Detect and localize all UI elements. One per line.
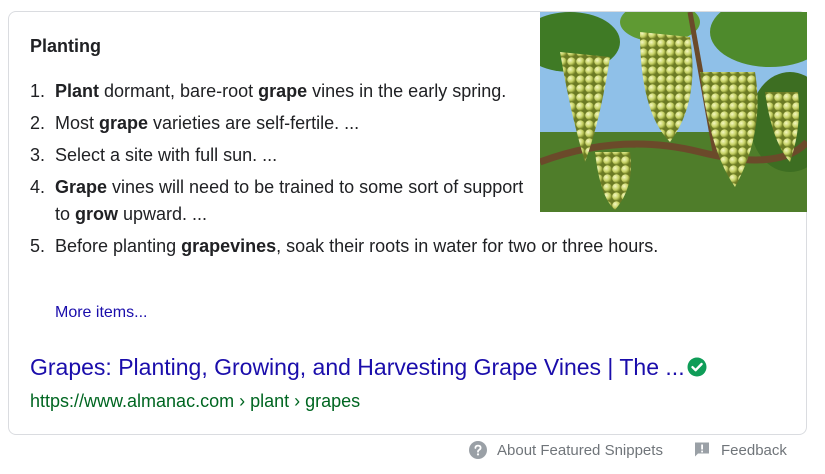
result-url: https://www.almanac.com › plant › grapes xyxy=(30,391,361,411)
about-featured-snippets-link[interactable]: About Featured Snippets xyxy=(469,441,663,459)
step-text-bold: grape xyxy=(258,81,308,101)
feedback-link[interactable]: Feedback xyxy=(693,441,787,459)
step-number: 5. xyxy=(30,236,46,256)
step-text-bold: Plant xyxy=(55,81,100,101)
step-number: 3. xyxy=(30,145,46,165)
step-text-bold: grapevines xyxy=(181,236,277,256)
feedback-icon xyxy=(695,442,709,457)
help-circle-icon xyxy=(469,441,487,459)
step-text: , soak their roots in water for two or t… xyxy=(276,236,659,256)
list-item: 4. Grape vines will need to be trained t… xyxy=(30,174,525,228)
step-number: 1. xyxy=(30,81,46,101)
step-text: Most xyxy=(55,113,100,133)
result-title-text: Grapes: Planting, Growing, and Harvestin… xyxy=(30,354,685,380)
list-item: 3. Select a site with full sun. ... xyxy=(30,142,525,169)
step-text: vines in the early spring. xyxy=(307,81,507,101)
more-items-link[interactable]: More items... xyxy=(55,304,147,322)
check-circle-icon xyxy=(687,357,707,377)
step-text-bold: grape xyxy=(99,113,149,133)
steps-list: 1. Plant dormant, bare-root grape vines … xyxy=(30,78,775,265)
result-title-link[interactable]: Grapes: Planting, Growing, and Harvestin… xyxy=(30,354,707,381)
step-text-bold: Grape xyxy=(55,177,108,197)
step-text: upward. ... xyxy=(118,204,208,224)
snippet-heading: Planting xyxy=(30,36,101,56)
about-featured-snippets-label: About Featured Snippets xyxy=(497,441,663,459)
step-text: Before planting xyxy=(55,236,182,256)
list-item: 5. Before planting grapevines, soak thei… xyxy=(30,233,775,260)
step-text-bold: grow xyxy=(75,204,119,224)
feedback-label: Feedback xyxy=(721,441,787,459)
step-number: 2. xyxy=(30,113,46,133)
step-number: 4. xyxy=(30,177,46,197)
step-text: Select a site with full sun. ... xyxy=(55,145,278,165)
list-item: 2. Most grape varieties are self-fertile… xyxy=(30,110,525,137)
list-item: 1. Plant dormant, bare-root grape vines … xyxy=(30,78,525,105)
featured-snippet-card: Planting 1. Plant dormant, bare-root gra… xyxy=(8,11,807,435)
step-text: varieties are self-fertile. ... xyxy=(148,113,360,133)
step-text: dormant, bare-root xyxy=(99,81,259,101)
